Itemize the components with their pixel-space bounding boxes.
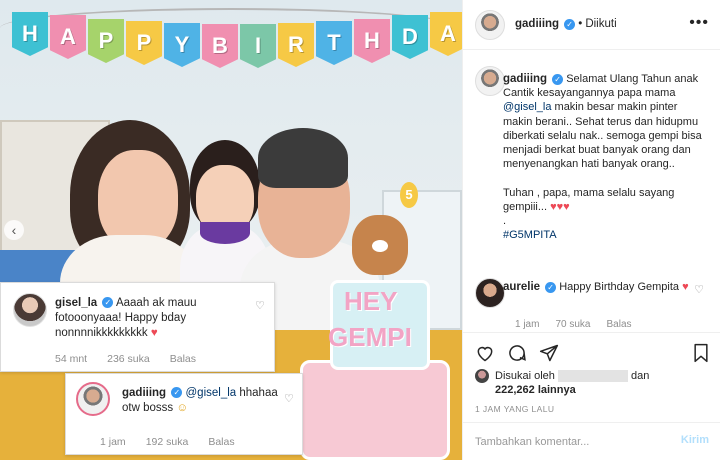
cake-text-hey: HEY	[344, 286, 398, 316]
header-user: gadiiing ✓ • Diikuti	[515, 18, 617, 30]
liked-by-prefix: Disukai oleh	[495, 370, 555, 382]
comment-text: gisel_la ✓ Aaaah ak mauu fotooonyaaa! Ha…	[55, 296, 250, 341]
avatar[interactable]	[76, 382, 110, 416]
overlay-reply-card: gadiiing ✓ @gisel_la hhahaa otw bosss ☺ …	[65, 373, 303, 455]
caption-dot: .	[503, 215, 507, 228]
cake-topper-nose	[372, 240, 388, 252]
caption-line-3: Tuhan , papa, mama selalu sayang gempiii…	[503, 186, 675, 213]
verified-badge-icon: ✓	[552, 73, 564, 85]
like-comment-heart-icon[interactable]: ♡	[255, 299, 265, 312]
comment-time: 54 mnt	[55, 353, 88, 365]
banner-flag: B	[202, 24, 238, 68]
comment-likes[interactable]: 70 suka	[555, 319, 590, 330]
avatar[interactable]	[13, 293, 47, 327]
banner-flag: A	[430, 12, 462, 56]
heart-emoji-icon: ♥	[682, 281, 689, 293]
avatar[interactable]	[475, 66, 505, 96]
bookmark-icon[interactable]	[691, 343, 711, 363]
comment-likes[interactable]: 236 suka	[107, 353, 150, 365]
comment: aurelie ✓ Happy Birthday Gempita ♥	[503, 280, 709, 294]
avatar[interactable]	[475, 10, 505, 40]
banner-flag: R	[278, 23, 314, 67]
more-options-icon[interactable]: •••	[689, 14, 709, 32]
overlay-comment-card: gisel_la ✓ Aaaah ak mauu fotooonyaaa! Ha…	[0, 282, 275, 372]
liked-by: Disukai oleh dan 222,262 lainnya	[475, 367, 715, 399]
like-comment-heart-icon[interactable]: ♡	[694, 283, 704, 296]
heart-emoji-icon: ♥	[150, 327, 158, 339]
comment-username[interactable]: aurelie	[503, 281, 540, 293]
comment-username[interactable]: gadiiing	[122, 387, 166, 399]
banner-flag: T	[316, 21, 352, 65]
follow-status[interactable]: Diikuti	[585, 18, 616, 30]
smile-emoji-icon: ☺	[176, 402, 189, 414]
comment-text: gadiiing ✓ @gisel_la hhahaa otw bosss ☺	[122, 386, 287, 416]
like-comment-heart-icon[interactable]: ♡	[284, 392, 294, 405]
mention-link[interactable]: @gisel_la	[186, 387, 237, 399]
reply-button[interactable]: Balas	[170, 353, 196, 365]
comment-time: 1 jam	[100, 436, 126, 448]
reply-button[interactable]: Balas	[208, 436, 234, 448]
number-candle: 5	[400, 182, 418, 208]
girl-collar	[200, 222, 250, 244]
banner-flag: P	[88, 19, 124, 63]
send-button[interactable]: Kirim	[681, 434, 709, 446]
comment-form: Kirim	[463, 422, 720, 460]
banner-flag: A	[50, 15, 86, 59]
header-separator: •	[578, 18, 583, 30]
header-username[interactable]: gadiiing	[515, 18, 559, 30]
cake-bottom-tier	[300, 360, 450, 460]
caption: gadiiing ✓ Selamat Ulang Tahun anak Cant…	[503, 72, 709, 242]
like-count[interactable]: 222,262 lainnya	[495, 383, 576, 397]
caption-username[interactable]: gadiiing	[503, 73, 547, 85]
share-plane-icon[interactable]	[539, 343, 559, 363]
father-hair	[258, 128, 348, 188]
like-heart-icon[interactable]	[475, 343, 495, 363]
banner-flag: I	[240, 24, 276, 68]
verified-badge-icon: ✓	[564, 18, 576, 30]
comment-bubble-icon[interactable]	[507, 343, 527, 363]
comment-meta: 1 jam 70 suka Balas	[515, 319, 632, 330]
comment-likes[interactable]: 192 suka	[146, 436, 189, 448]
comment-body: Happy Birthday Gempita	[559, 281, 680, 293]
previous-photo-button[interactable]: ‹	[4, 220, 24, 240]
caption-mention[interactable]: @gisel_la	[503, 101, 551, 113]
caption-hashtag[interactable]: #G5MPITA	[503, 229, 557, 241]
banner-flag: D	[392, 15, 428, 59]
comment-input[interactable]	[475, 433, 665, 451]
verified-badge-icon: ✓	[102, 297, 114, 309]
comment-meta: 54 mnt 236 suka Balas	[55, 353, 196, 365]
verified-badge-icon: ✓	[171, 387, 183, 399]
post-header: gadiiing ✓ • Diikuti •••	[463, 0, 720, 50]
banner-flag: P	[126, 21, 162, 65]
verified-badge-icon: ✓	[545, 281, 557, 293]
reply-button[interactable]: Balas	[606, 319, 631, 330]
comment-time: 1 jam	[515, 319, 540, 330]
comment-username[interactable]: gisel_la	[55, 297, 97, 309]
banner-flag: H	[12, 12, 48, 56]
action-bar	[463, 332, 720, 372]
redacted-username	[557, 370, 628, 383]
post-timestamp[interactable]: 1 JAM YANG LALU	[475, 404, 554, 414]
liked-by-mid: dan	[631, 370, 650, 382]
post-photo[interactable]: HAPPYBIRTHDA HEY GEMPI 5 ‹ gisel_la ✓ Aa…	[0, 0, 462, 460]
avatar[interactable]	[475, 278, 505, 308]
comment-meta: 1 jam 192 suka Balas	[100, 436, 235, 448]
cake-text-gempi: GEMPI	[328, 322, 412, 352]
heart-emojis-icon: ♥♥♥	[550, 200, 570, 213]
banner-flag: H	[354, 19, 390, 63]
liked-by-line: Disukai oleh dan	[495, 369, 649, 383]
liked-by-avatar[interactable]	[475, 369, 489, 383]
post-side-panel: gadiiing ✓ • Diikuti ••• gadiiing ✓ Sela…	[462, 0, 720, 460]
banner-flag: Y	[164, 23, 200, 67]
